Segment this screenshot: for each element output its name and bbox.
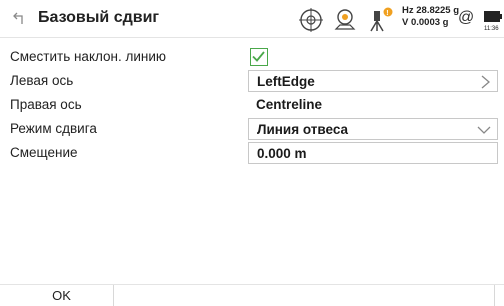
angle-readout: Hz 28.8225 g V 0.0003 g [402,5,459,29]
chevron-right-icon [481,75,490,89]
offset-input[interactable]: 0.000 m [248,142,498,164]
tilt-offset-checkbox[interactable] [250,48,268,66]
field-label: Левая ось [10,73,74,88]
row-left-axis: Левая ось LeftEdge [0,70,504,92]
offset-value: 0.000 m [257,146,307,161]
offset-mode-dropdown[interactable]: Линия отвеса [248,118,498,140]
checkmark-icon [252,51,265,62]
right-axis-value: Centreline [256,97,323,112]
row-right-axis: Правая ось Centreline [0,94,504,116]
svg-text:!: ! [386,10,388,17]
field-label: Правая ось [10,97,82,112]
field-label: Режим сдвига [10,121,97,136]
v-value: V 0.0003 g [402,17,449,28]
row-offset: Смещение 0.000 m [0,142,504,164]
offset-mode-value: Линия отвеса [257,122,349,137]
prism-icon[interactable] [332,7,358,33]
row-tilt-offset: Сместить наклон. линию [0,46,504,68]
field-label: Сместить наклон. линию [10,49,167,64]
left-axis-value: LeftEdge [257,74,315,89]
softkey-bar: OK [0,284,504,306]
field-label: Смещение [10,145,78,160]
target-icon[interactable] [298,7,324,33]
tilt-instrument-icon[interactable]: ! [366,5,396,33]
back-icon[interactable] [12,10,26,26]
page-title: Базовый сдвиг [38,9,160,26]
chevron-down-icon [477,126,491,134]
row-offset-mode: Режим сдвига Линия отвеса [0,118,504,140]
ok-button[interactable]: OK [10,285,114,306]
at-icon[interactable]: @ [458,9,474,27]
title-bar: Базовый сдвиг ! Hz 28.8225 g V 0.0003 g … [0,0,504,38]
softkey-divider [494,285,495,306]
hz-value: Hz 28.8225 g [402,5,460,16]
clock: 11:36 [484,26,499,32]
left-axis-selector[interactable]: LeftEdge [248,70,498,92]
